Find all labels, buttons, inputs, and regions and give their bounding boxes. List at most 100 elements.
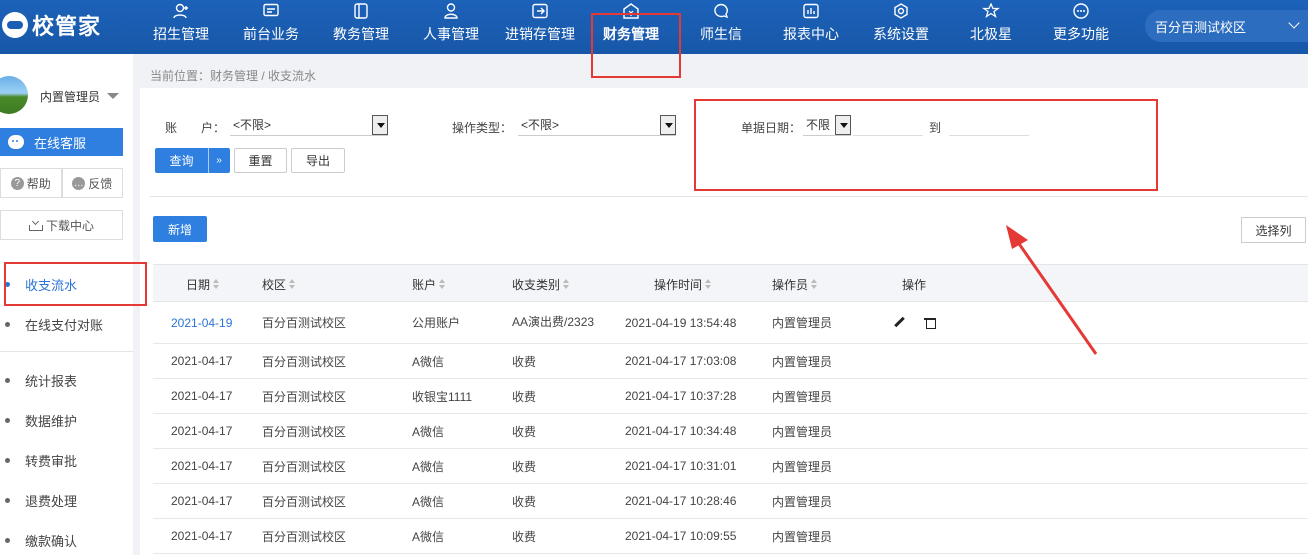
cell-campus: 百分百测试校区: [262, 459, 347, 474]
col-header-campus[interactable]: 校区: [262, 265, 296, 303]
cell-op-time: 2021-04-17 10:31:01: [625, 459, 737, 473]
sidebar-item-label: 统计报表: [25, 373, 78, 389]
sort-icon[interactable]: [705, 279, 712, 289]
sidebar-item-payment-confirm[interactable]: 缴款确认: [0, 530, 133, 550]
col-header-label: 日期: [186, 277, 211, 292]
bullet-icon: [5, 537, 10, 543]
sidebar-item-label: 缴款确认: [25, 533, 78, 549]
double-chevron-down-icon[interactable]: »: [209, 155, 229, 166]
split-divider: [208, 148, 209, 173]
table-row[interactable]: 2021-04-17 百分百测试校区 收银宝1111 收费 2021-04-17…: [153, 379, 1308, 414]
cell-account: A微信: [412, 424, 445, 439]
sidebar-item-transfer-approval[interactable]: 转费审批: [0, 450, 133, 470]
cell-op-time: 2021-04-17 10:34:48: [625, 424, 737, 438]
nav-item-settings[interactable]: 系统设置: [873, 0, 929, 54]
col-header-category[interactable]: 收支类别: [512, 265, 570, 303]
annotation-box-transactions: [4, 262, 147, 306]
sidebar-item-refund[interactable]: 退费处理: [0, 490, 133, 510]
table-row[interactable]: 2021-04-17 百分百测试校区 A微信 收费 2021-04-17 17:…: [153, 344, 1308, 379]
table-row[interactable]: 2021-04-17 百分百测试校区 A微信 收费 2021-04-17 10:…: [153, 449, 1308, 484]
sort-icon[interactable]: [563, 279, 570, 289]
help-button[interactable]: ? 帮助: [0, 168, 62, 198]
caret-down-icon[interactable]: [107, 93, 119, 99]
cell-account: A微信: [412, 529, 445, 544]
account-value: <不限>: [233, 118, 272, 132]
nav-item-admissions[interactable]: 招生管理: [153, 0, 209, 54]
chat-icon: [712, 3, 730, 19]
app-logo[interactable]: 校管家: [2, 8, 101, 42]
cell-category: 收费: [512, 529, 537, 544]
nav-item-academic[interactable]: 教务管理: [333, 0, 389, 54]
add-button[interactable]: 新增: [153, 216, 207, 242]
cell-op-time: 2021-04-17 17:03:08: [625, 354, 737, 368]
delete-icon[interactable]: [924, 317, 936, 329]
nav-item-reports[interactable]: 报表中心: [783, 0, 839, 54]
book-icon: [352, 3, 370, 19]
cell-operator: 内置管理员: [772, 316, 833, 330]
cell-operator: 内置管理员: [772, 529, 833, 544]
user-name[interactable]: 内置管理员: [40, 88, 100, 105]
account-select[interactable]: <不限>: [230, 114, 388, 136]
dropdown-arrow-icon[interactable]: [660, 115, 676, 135]
table-row[interactable]: 2021-04-17 百分百测试校区 A微信 收费 2021-04-17 10:…: [153, 484, 1308, 519]
avatar[interactable]: [0, 76, 28, 114]
bullet-icon: [5, 377, 10, 383]
sort-icon[interactable]: [439, 279, 446, 289]
table-row[interactable]: 2021-04-17 百分百测试校区 A微信 收费 2021-04-17 10:…: [153, 519, 1308, 554]
download-center-button[interactable]: 下载中心: [0, 210, 123, 240]
cell-category: 收费: [512, 389, 537, 404]
bullet-icon: [5, 497, 10, 503]
feedback-icon: …: [72, 176, 86, 190]
cell-op-time: 2021-04-17 10:09:55: [625, 529, 737, 543]
cell-category: 收费: [512, 354, 537, 369]
edit-icon[interactable]: [893, 317, 905, 329]
query-label: 查询: [169, 154, 194, 168]
sort-icon[interactable]: [289, 279, 296, 289]
online-service-button[interactable]: 在线客服: [0, 128, 123, 156]
sidebar-item-data-maintenance[interactable]: 数据维护: [0, 410, 133, 430]
col-header-account[interactable]: 账户: [412, 265, 446, 303]
optype-select[interactable]: <不限>: [518, 114, 676, 136]
cell-op-time: 2021-04-19 13:54:48: [625, 315, 737, 330]
nav-item-inventory[interactable]: 进销存管理: [505, 0, 575, 54]
cell-category: AA演出费/2323: [512, 315, 595, 329]
reset-button[interactable]: 重置: [234, 148, 287, 173]
col-header-date[interactable]: 日期: [186, 265, 220, 303]
cell-account: A微信: [412, 354, 445, 369]
cell-campus: 百分百测试校区: [262, 389, 347, 404]
divider: [150, 196, 1308, 197]
cell-op-time: 2021-04-17 10:37:28: [625, 389, 737, 403]
query-button[interactable]: 查询 »: [155, 148, 230, 173]
nav-item-more[interactable]: 更多功能: [1053, 0, 1109, 54]
col-header-operator[interactable]: 操作员: [772, 265, 818, 303]
table-row[interactable]: 2021-04-17 百分百测试校区 A微信 收费 2021-04-17 10:…: [153, 414, 1308, 449]
cell-date[interactable]: 2021-04-19: [171, 302, 232, 343]
bullet-icon: [5, 417, 10, 423]
select-columns-button[interactable]: 选择列: [1241, 217, 1306, 243]
gear-icon: [892, 3, 910, 19]
export-button[interactable]: 导出: [291, 148, 345, 173]
dropdown-arrow-icon[interactable]: [372, 115, 388, 135]
nav-item-frontdesk[interactable]: 前台业务: [243, 0, 299, 54]
optype-label: 操作类型：: [452, 121, 513, 135]
table-row[interactable]: 2021-04-19 百分百测试校区 公用账户 AA演出费/2323 2021-…: [153, 302, 1308, 344]
breadcrumb: 当前位置：财务管理 / 收支流水: [150, 69, 317, 83]
cell-date: 2021-04-17: [171, 424, 233, 438]
nav-item-hr[interactable]: 人事管理: [423, 0, 479, 54]
sort-icon[interactable]: [811, 279, 818, 289]
download-icon: [28, 219, 43, 231]
help-feedback-row: ? 帮助 … 反馈: [0, 168, 123, 198]
nav-item-messaging[interactable]: 师生信: [700, 0, 742, 54]
bullet-icon: [5, 321, 10, 327]
nav-item-polaris[interactable]: 北极星: [970, 0, 1012, 54]
table-header: 日期 校区 账户 收支类别 操作时间 操作员 操作: [153, 264, 1308, 302]
cell-operator: 内置管理员: [772, 354, 833, 369]
sidebar-item-online-reconcile[interactable]: 在线支付对账: [0, 314, 133, 334]
sidebar-item-label: 在线支付对账: [25, 317, 104, 333]
campus-name: 百分百测试校区: [1155, 19, 1247, 35]
col-header-op-time[interactable]: 操作时间: [654, 265, 712, 303]
campus-selector[interactable]: 百分百测试校区: [1145, 10, 1308, 42]
sidebar-item-stats[interactable]: 统计报表: [0, 370, 133, 390]
sort-icon[interactable]: [213, 279, 220, 289]
feedback-button[interactable]: … 反馈: [61, 168, 123, 198]
